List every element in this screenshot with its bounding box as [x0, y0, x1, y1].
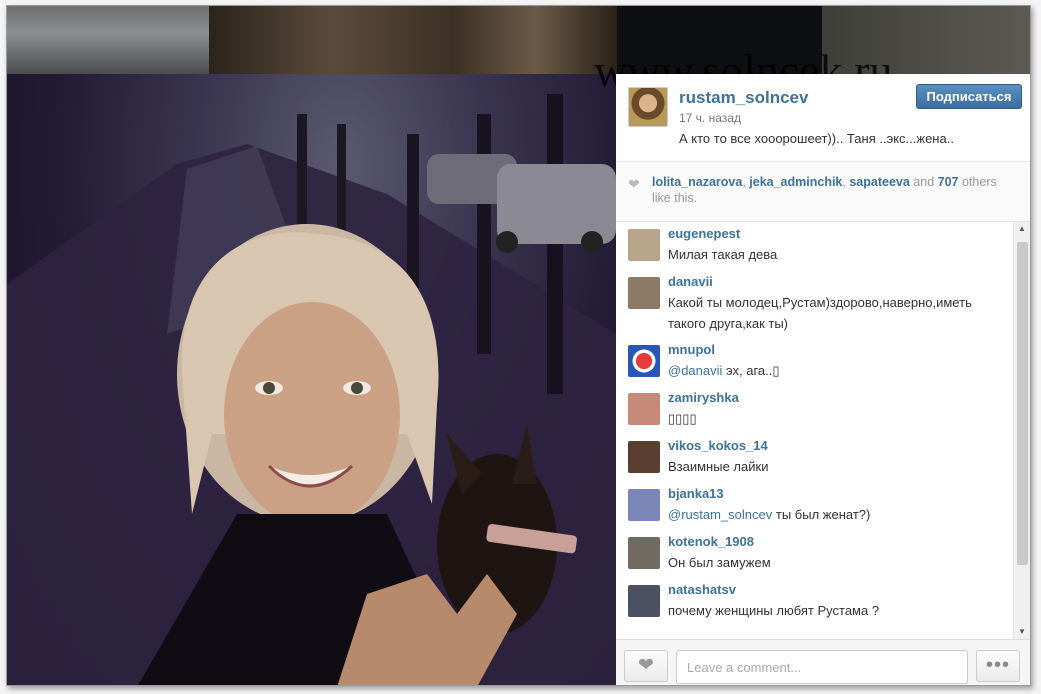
- more-dots-icon: •••: [985, 654, 1010, 676]
- background-thumb: [7, 6, 209, 74]
- liker-link[interactable]: lolita_nazarova: [652, 175, 742, 189]
- commenter-username[interactable]: eugenepest: [668, 226, 740, 241]
- likes-count[interactable]: 707: [938, 175, 959, 189]
- likes-summary: lolita_nazarova, jeka_adminchik, sapatee…: [652, 175, 997, 205]
- likes-and: and: [913, 175, 935, 189]
- commenter-avatar[interactable]: [628, 537, 660, 569]
- commenter-avatar[interactable]: [628, 229, 660, 261]
- scroll-up-arrow-icon[interactable]: ▲: [1014, 222, 1030, 236]
- comment-input[interactable]: [676, 650, 968, 684]
- comment-text: Милая такая дева: [668, 247, 778, 262]
- comment-body: ты был женат?): [775, 507, 871, 522]
- comment-text: @rustam_solncev ты был женат?): [668, 504, 1008, 525]
- like-button[interactable]: ❤: [624, 650, 668, 682]
- mention-link[interactable]: @danavii: [668, 363, 722, 378]
- commenter-username[interactable]: natashatsv: [668, 582, 736, 597]
- heart-icon: ❤: [638, 655, 654, 676]
- heart-icon: ❤: [628, 176, 640, 192]
- commenter-avatar[interactable]: [628, 345, 660, 377]
- comment-text: почему женщины любят Рустама ?: [668, 603, 880, 618]
- post-photo[interactable]: [7, 74, 616, 685]
- commenter-username[interactable]: kotenok_1908: [668, 534, 754, 549]
- lightbox: www.solncek.ru rustam_solncev 17 ч. наза…: [6, 5, 1031, 686]
- follow-button[interactable]: Подписаться: [916, 84, 1022, 109]
- comment-text: Какой ты молодец,Рустам)здорово,наверно,…: [668, 295, 972, 331]
- post-header: rustam_solncev 17 ч. назад А кто то все …: [616, 74, 1030, 162]
- comment-body: эх, ага..▯: [726, 363, 780, 378]
- commenter-avatar[interactable]: [628, 277, 660, 309]
- comment-text: Он был замужем: [668, 555, 771, 570]
- photo-illustration: [7, 94, 616, 685]
- window-frame: www.solncek.ru rustam_solncev 17 ч. наза…: [0, 0, 1041, 694]
- mention-link[interactable]: @rustam_solncev: [668, 507, 772, 522]
- commenter-avatar[interactable]: [628, 489, 660, 521]
- commenter-username[interactable]: bjanka13: [668, 486, 724, 501]
- post-caption: А кто то все хооорошеет)).. Таня ..экс..…: [679, 131, 954, 146]
- likes-section: ❤ lolita_nazarova, jeka_adminchik, sapat…: [616, 162, 1030, 222]
- scroll-down-arrow-icon[interactable]: ▼: [1014, 625, 1030, 639]
- post-side-panel: rustam_solncev 17 ч. назад А кто то все …: [616, 74, 1030, 685]
- liker-link[interactable]: sapateeva: [849, 175, 909, 189]
- commenter-username[interactable]: vikos_kokos_14: [668, 438, 768, 453]
- commenter-username[interactable]: zamiryshka: [668, 390, 739, 405]
- commenter-avatar[interactable]: [628, 441, 660, 473]
- comment-text: @danavii эх, ага..▯: [668, 360, 1008, 381]
- commenter-username[interactable]: danavii: [668, 274, 713, 289]
- comment-footer: ❤ •••: [616, 639, 1030, 685]
- comments-list[interactable]: eugenepest Милая такая дева danavii Како…: [616, 222, 1030, 639]
- commenter-username[interactable]: mnupol: [668, 342, 715, 357]
- comments-scrollbar[interactable]: ▲ ▼: [1013, 222, 1030, 639]
- owner-avatar[interactable]: [628, 87, 668, 127]
- background-thumb: [209, 6, 617, 74]
- comment-text: ▯▯▯▯: [668, 411, 697, 426]
- liker-link[interactable]: jeka_adminchik: [749, 175, 842, 189]
- comment-text: Взаимные лайки: [668, 459, 769, 474]
- post-timestamp[interactable]: 17 ч. назад: [679, 111, 741, 125]
- commenter-avatar[interactable]: [628, 585, 660, 617]
- owner-username-link[interactable]: rustam_solncev: [679, 88, 808, 108]
- more-options-button[interactable]: •••: [976, 650, 1020, 682]
- scrollbar-thumb[interactable]: [1017, 242, 1028, 565]
- commenter-avatar[interactable]: [628, 393, 660, 425]
